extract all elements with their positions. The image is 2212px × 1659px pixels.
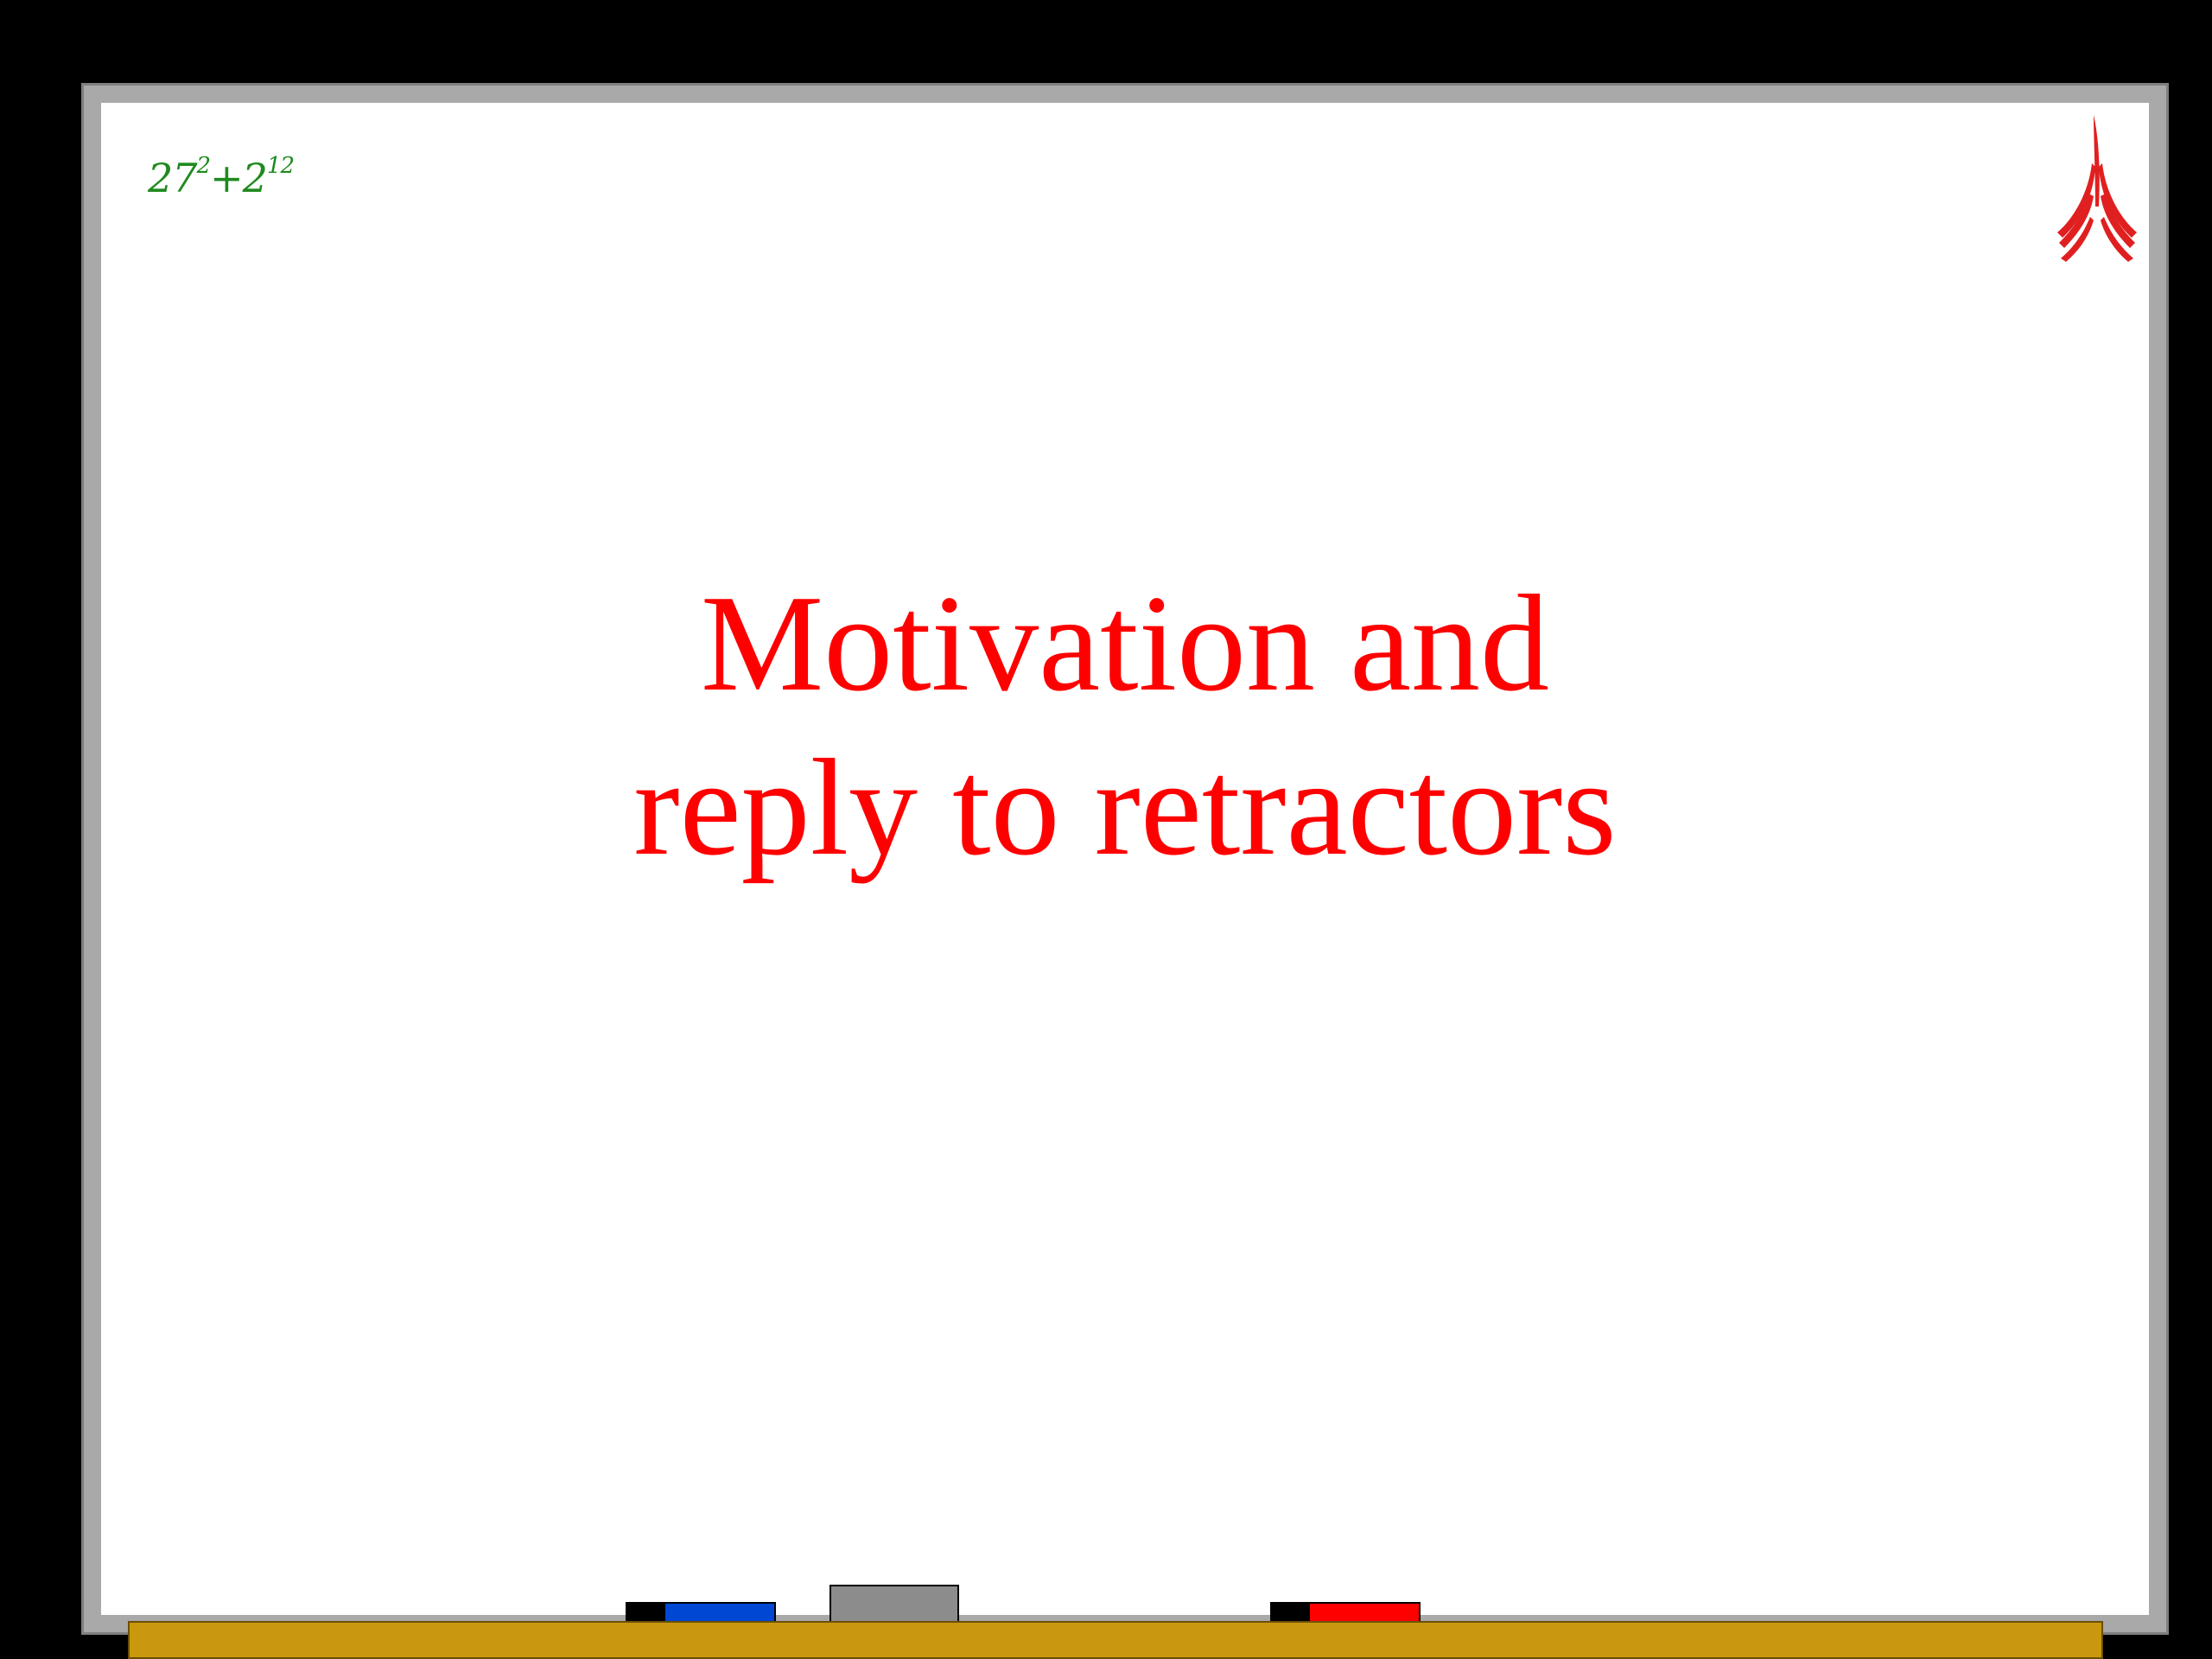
red-marker-cap — [1272, 1604, 1310, 1621]
formula-exponent-2: 12 — [266, 153, 295, 179]
slide-title: Motivation and reply to retractors — [101, 561, 2149, 889]
blue-marker — [626, 1602, 776, 1623]
whiteboard-frame: 272+212 Motivation and reply to retracto… — [81, 83, 2169, 1635]
marker-tray — [128, 1621, 2103, 1659]
formula-base-1: 27 — [148, 155, 198, 201]
slide-stage: 272+212 Motivation and reply to retracto… — [0, 0, 2212, 1659]
eraser — [830, 1585, 959, 1623]
formula-operator: + — [210, 155, 244, 201]
blue-marker-cap — [627, 1604, 665, 1621]
red-marker — [1270, 1602, 1421, 1623]
formula-doodle: 272+212 — [148, 153, 295, 201]
formula-base-2: 2 — [242, 155, 268, 201]
red-flame-logo-icon — [2057, 115, 2137, 262]
slide-title-line-2: reply to retractors — [633, 730, 1617, 884]
whiteboard-surface: 272+212 Motivation and reply to retracto… — [101, 103, 2149, 1615]
slide-title-line-1: Motivation and — [700, 566, 1550, 720]
formula-exponent-1: 2 — [196, 153, 212, 179]
